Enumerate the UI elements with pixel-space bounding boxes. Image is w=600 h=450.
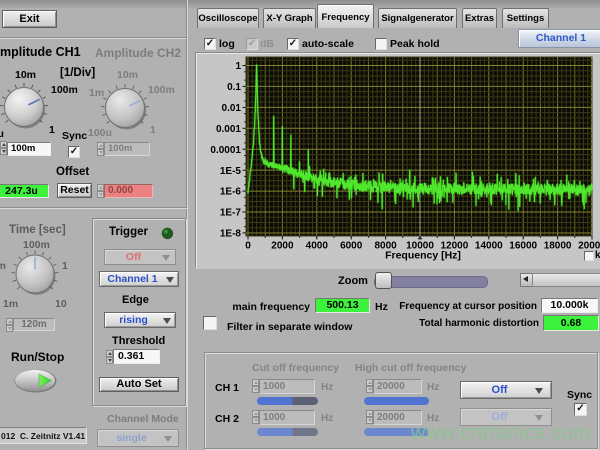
svg-text:1E-7: 1E-7 [220,208,242,219]
svg-text:Frequency [Hz]: Frequency [Hz] [385,250,461,262]
svg-text:6000: 6000 [340,241,363,252]
svg-text:14000: 14000 [475,241,503,252]
svg-text:0.001: 0.001 [216,124,241,135]
svg-text:1E-8: 1E-8 [220,229,242,240]
svg-text:1E-5: 1E-5 [220,166,242,177]
svg-text:0.01: 0.01 [222,103,242,114]
svg-text:0: 0 [245,241,251,252]
svg-text:16000: 16000 [509,241,537,252]
svg-text:1: 1 [235,61,241,72]
svg-text:2000: 2000 [271,241,294,252]
svg-text:1E-6: 1E-6 [220,187,242,198]
svg-text:18000: 18000 [544,241,572,252]
svg-text:0.0001: 0.0001 [210,145,241,156]
svg-text:4000: 4000 [306,241,329,252]
svg-text:0.1: 0.1 [227,82,241,93]
